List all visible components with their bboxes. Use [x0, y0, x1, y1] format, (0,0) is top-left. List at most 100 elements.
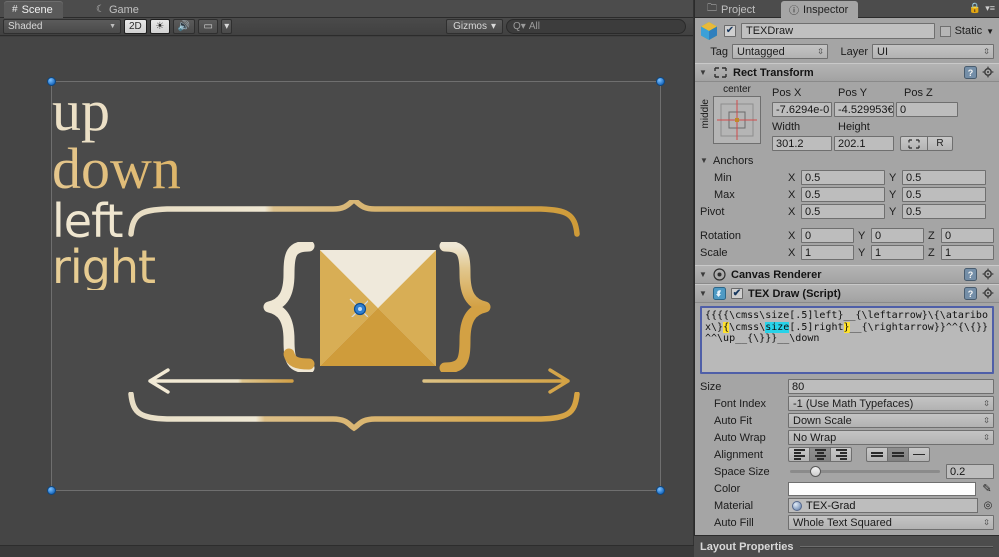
- tab-project[interactable]: 🗀 Project: [699, 1, 765, 18]
- tab-inspector[interactable]: ⓘ Inspector: [781, 1, 859, 18]
- align-top-button[interactable]: [866, 447, 888, 462]
- static-checkbox[interactable]: [939, 25, 951, 37]
- rect-handle-bottom-left[interactable]: [47, 486, 56, 495]
- gear-icon[interactable]: [982, 268, 995, 281]
- foldout-icon[interactable]: ▼: [699, 270, 708, 279]
- scene-viewport[interactable]: up down left right: [0, 37, 693, 557]
- auto-fill-dropdown[interactable]: Whole Text Squared ⇳: [788, 515, 994, 530]
- toggle-2d-button[interactable]: 2D: [124, 19, 147, 34]
- pivot-y-field[interactable]: 0.5: [902, 204, 986, 219]
- anchor-max-y-field[interactable]: 0.5: [902, 187, 986, 202]
- rotation-z-field[interactable]: 0: [941, 228, 994, 243]
- left-curly-brace-graphic: [263, 242, 315, 372]
- raw-edit-mode-button[interactable]: R: [927, 136, 953, 151]
- align-right-button[interactable]: [830, 447, 852, 462]
- anchor-preset-box[interactable]: [713, 96, 761, 144]
- scale-z-field[interactable]: 1: [941, 245, 994, 260]
- anchor-min-x-value: 0.5: [805, 171, 821, 184]
- fx-toggle-button[interactable]: ▭: [198, 19, 219, 34]
- anchor-min-y-field[interactable]: 0.5: [902, 170, 986, 185]
- alignment-label: Alignment: [714, 448, 763, 461]
- layer-dropdown[interactable]: UI ⇳: [872, 44, 994, 59]
- lighting-toggle-button[interactable]: ☀: [149, 19, 170, 34]
- scene-tabbar: # Scene ☾ Game: [0, 0, 693, 18]
- material-field[interactable]: TEX-Grad: [788, 498, 978, 513]
- size-row: Size 80: [695, 378, 999, 395]
- foldout-icon[interactable]: ▼: [699, 68, 708, 77]
- chevron-down-icon[interactable]: ▼: [986, 27, 994, 36]
- scene-search-input[interactable]: Q▾ All: [506, 19, 686, 34]
- pos-z-field[interactable]: 0: [896, 102, 958, 117]
- anchor-min-x-field[interactable]: 0.5: [801, 170, 885, 185]
- inspector-tabbar: 🗀 Project ⓘ Inspector 🔒 ▾≡: [695, 0, 999, 18]
- component-header-rect-transform[interactable]: ▼ Rect Transform ?: [695, 63, 999, 82]
- space-size-slider[interactable]: [790, 466, 940, 477]
- align-bottom-button[interactable]: [908, 447, 930, 462]
- align-middle-button[interactable]: [887, 447, 909, 462]
- anchor-min-y-value: 0.5: [906, 171, 922, 184]
- space-size-slider-knob[interactable]: [809, 466, 821, 477]
- object-active-checkbox[interactable]: ✔: [724, 25, 736, 37]
- static-toggle[interactable]: Static ▼: [939, 25, 994, 37]
- color-swatch[interactable]: [788, 481, 976, 496]
- anchor-preset-horizontal-label: center: [723, 84, 751, 95]
- font-index-dropdown[interactable]: -1 (Use Math Typefaces) ⇳: [788, 396, 994, 411]
- draw-mode-dropdown[interactable]: Shaded ▼: [3, 19, 121, 34]
- tex-source-textarea[interactable]: {{{{\cmss\size[.5]left}__{\leftarrow}\{\…: [700, 306, 994, 374]
- axis-x-label: X: [788, 205, 796, 218]
- anchor-max-x-field[interactable]: 0.5: [801, 187, 885, 202]
- fx-dropdown-button[interactable]: ▾: [221, 19, 233, 34]
- object-name-field[interactable]: TEXDraw: [741, 23, 935, 39]
- align-left-button[interactable]: [788, 447, 810, 462]
- eyedropper-icon[interactable]: ✎: [980, 482, 994, 495]
- align-center-button[interactable]: [809, 447, 831, 462]
- auto-fit-dropdown[interactable]: Down Scale ⇳: [788, 413, 994, 428]
- svg-text:?: ?: [968, 68, 974, 78]
- size-field[interactable]: 80: [788, 379, 994, 394]
- anchor-preset-widget[interactable]: middle center: [700, 84, 768, 144]
- height-value: 202.1: [838, 137, 866, 150]
- tab-game[interactable]: ☾ Game: [88, 1, 149, 18]
- rect-handle-top-left[interactable]: [47, 77, 56, 86]
- scale-y-field[interactable]: 1: [871, 245, 924, 260]
- pivot-x-field[interactable]: 0.5: [801, 204, 885, 219]
- anchors-foldout-row[interactable]: ▼ Anchors: [695, 152, 999, 169]
- rect-handle-bottom-right[interactable]: [656, 486, 665, 495]
- pivot-row: Pivot X 0.5 Y 0.5: [695, 203, 999, 220]
- audio-toggle-button[interactable]: 🔊: [172, 19, 196, 34]
- scale-x-field[interactable]: 1: [801, 245, 854, 260]
- auto-wrap-dropdown[interactable]: No Wrap ⇳: [788, 430, 994, 445]
- width-label: Width: [772, 120, 801, 133]
- rotation-x-field[interactable]: 0: [801, 228, 854, 243]
- tab-scene[interactable]: # Scene: [4, 1, 63, 18]
- font-index-label: Font Index: [714, 397, 766, 410]
- foldout-icon[interactable]: ▼: [699, 289, 708, 298]
- help-icon[interactable]: ?: [964, 66, 977, 79]
- pos-labels-row: Pos X Pos Y Pos Z: [772, 84, 994, 101]
- pos-y-field[interactable]: -4.529953€: [834, 102, 894, 117]
- help-icon[interactable]: ?: [964, 287, 977, 300]
- circle-select-icon[interactable]: ◎: [982, 500, 994, 511]
- component-header-tex-draw[interactable]: ▼ ✔ TEX Draw (Script) ?: [695, 284, 999, 303]
- width-field[interactable]: 301.2: [772, 136, 832, 151]
- tex-draw-enabled-checkbox[interactable]: ✔: [731, 288, 743, 299]
- help-icon[interactable]: ?: [964, 268, 977, 281]
- height-field[interactable]: 202.1: [834, 136, 894, 151]
- pivot-gizmo[interactable]: [348, 297, 368, 317]
- space-size-field[interactable]: 0.2: [946, 464, 994, 479]
- gear-icon[interactable]: [982, 287, 995, 300]
- rotation-label: Rotation: [700, 229, 741, 242]
- rotation-y-field[interactable]: 0: [871, 228, 924, 243]
- gizmos-dropdown[interactable]: Gizmos ▾: [446, 19, 503, 34]
- foldout-icon[interactable]: ▼: [700, 156, 709, 165]
- updown-arrows-icon: ⇳: [983, 433, 990, 442]
- component-header-canvas-renderer[interactable]: ▼ Canvas Renderer ?: [695, 265, 999, 284]
- gear-icon[interactable]: [982, 66, 995, 79]
- rect-handle-top-right[interactable]: [656, 77, 665, 86]
- blueprint-mode-button[interactable]: [900, 136, 928, 151]
- lock-icon[interactable]: 🔒: [969, 3, 981, 14]
- pos-x-field[interactable]: -7.6294e-0: [772, 102, 832, 117]
- tag-dropdown[interactable]: Untagged ⇳: [732, 44, 828, 59]
- layout-properties-bar[interactable]: Layout Properties: [694, 535, 999, 557]
- kebab-menu-icon[interactable]: ▾≡: [985, 3, 995, 14]
